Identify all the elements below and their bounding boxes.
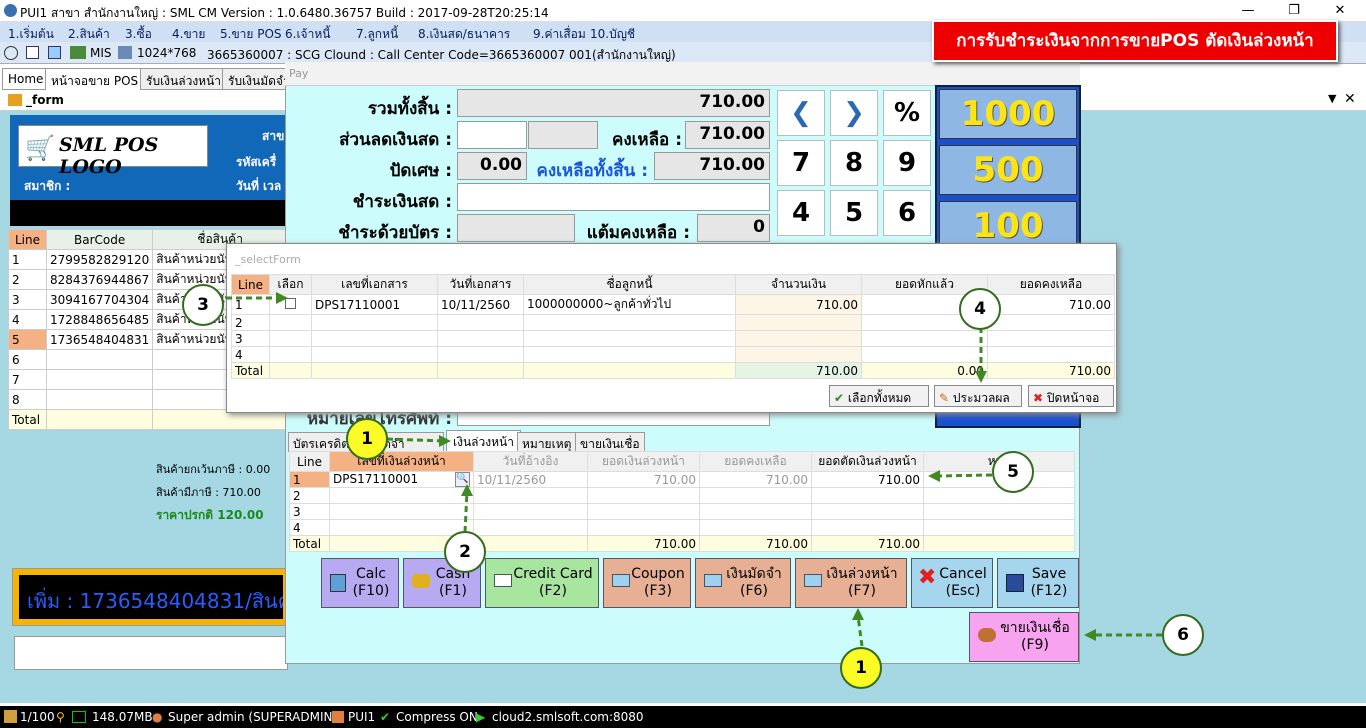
arrow-2 bbox=[463, 491, 469, 533]
status-user: Super admin (SUPERADMIN) bbox=[168, 710, 338, 724]
status-server: cloud2.smlsoft.com:8080 bbox=[492, 710, 644, 724]
status-compress: Compress ON bbox=[396, 710, 478, 724]
status-db: PUI1 bbox=[348, 710, 376, 724]
compress-check-icon: ✔ bbox=[380, 710, 391, 724]
callout-4: 4 bbox=[959, 288, 1001, 330]
key-icon: ⚲ bbox=[56, 710, 65, 724]
arrow-1a bbox=[386, 437, 446, 443]
callout-2: 2 bbox=[444, 531, 486, 573]
annotation-arrows bbox=[226, 292, 1162, 647]
status-bar: 1/100 ⚲ 148.07MB ● Super admin (SUPERADM… bbox=[0, 706, 1366, 728]
status-memory: 148.07MB bbox=[92, 710, 153, 724]
callout-1-bottom: 1 bbox=[840, 647, 882, 689]
status-record: 1/100 bbox=[20, 710, 55, 724]
server-play-icon: ▶ bbox=[476, 710, 486, 724]
arrow-5 bbox=[935, 473, 993, 478]
user-icon: ● bbox=[152, 710, 163, 724]
callout-5: 5 bbox=[992, 451, 1034, 493]
database-icon bbox=[332, 711, 344, 723]
callout-1-top: 1 bbox=[346, 418, 388, 460]
callout-6: 6 bbox=[1162, 614, 1204, 656]
arrow-1b bbox=[856, 615, 864, 647]
callout-3: 3 bbox=[182, 284, 224, 326]
memory-icon bbox=[72, 711, 86, 723]
record-icon bbox=[4, 710, 17, 723]
